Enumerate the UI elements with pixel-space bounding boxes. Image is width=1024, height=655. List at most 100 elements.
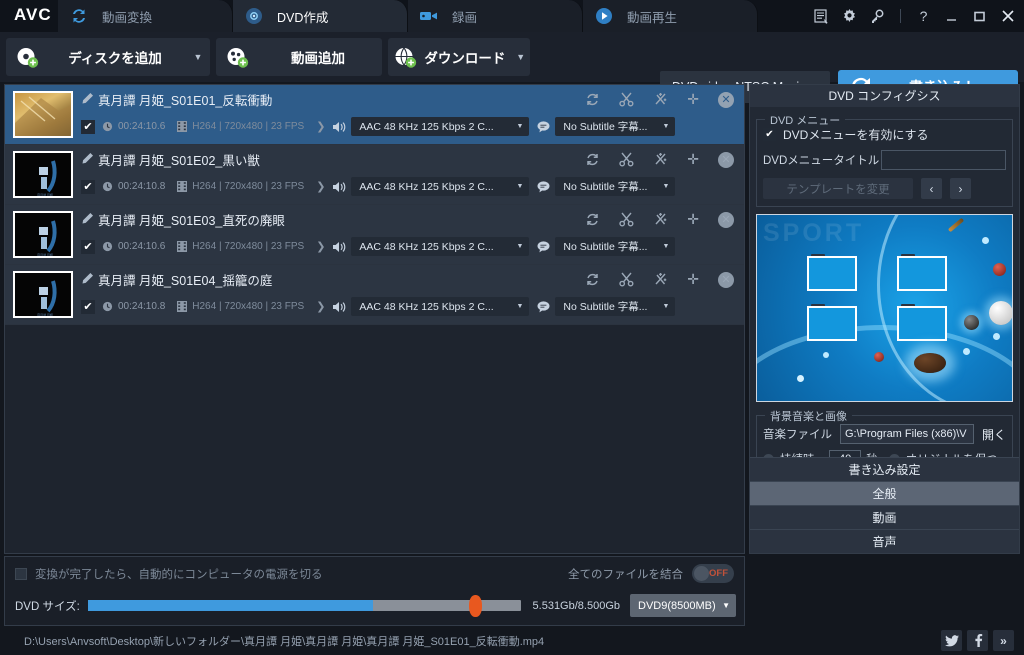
effect-icon[interactable] [653,272,668,287]
expand-icon[interactable]: ❯ [316,300,325,313]
film-icon [177,301,188,312]
merge-toggle[interactable]: OFF [692,564,734,583]
subtitle-select[interactable]: No Subtitle 字幕... ▼ [555,117,676,136]
subtitle-select[interactable]: No Subtitle 字幕... ▼ [555,237,676,256]
minimize-icon[interactable] [943,8,960,25]
tab-label: 録画 [452,10,478,25]
remove-icon[interactable]: ✕ [718,211,734,228]
effect-icon[interactable] [653,212,668,227]
dvd-size-slider[interactable] [87,595,521,617]
audio-track-select[interactable]: AAC 48 KHz 125 Kbps 2 C... ▼ [351,117,530,136]
menu-thumb-slot[interactable] [807,256,862,296]
remove-icon[interactable]: ✕ [718,271,734,288]
rotate-icon[interactable] [585,272,600,287]
dvd-size-knob[interactable] [468,595,482,617]
subtitle-select[interactable]: No Subtitle 字幕... ▼ [555,297,676,316]
file-checkbox[interactable]: ✔ [81,119,95,134]
edit-icon[interactable] [81,92,94,110]
tab-screen-recorder[interactable]: 録画 [408,0,583,32]
add-icon[interactable]: ✛ [687,271,699,288]
rotate-icon[interactable] [585,152,600,167]
twitter-icon[interactable] [941,630,962,651]
chevron-down-icon[interactable]: ▼ [186,52,210,62]
audio-track-select[interactable]: AAC 48 KHz 125 Kbps 2 C... ▼ [351,177,530,196]
duration-info: 00:24:10.8 [102,301,165,312]
more-icon[interactable]: » [993,630,1014,651]
file-list[interactable]: 真月譚 月姫_S01E01_反転衝動 ✔ 00:24:10.6 H264 | 7… [4,84,745,554]
effect-icon[interactable] [653,92,668,107]
file-title: 真月譚 月姫_S01E03_直死の廃眼 [98,214,285,228]
cut-icon[interactable] [619,272,634,287]
edit-icon[interactable] [81,152,94,170]
table-row[interactable]: 真月譚 月姫 真月譚 月姫_S01E04_揺籠の庭 ✔ 00:24:10.8 H… [5,265,744,325]
menu-title-label: DVDメニュータイトル [763,155,880,167]
video-thumbnail [13,91,73,138]
gear-icon[interactable] [841,8,858,25]
cut-icon[interactable] [619,212,634,227]
general-settings-button[interactable]: 全般 [750,481,1019,505]
audio-settings-button[interactable]: 音声 [750,529,1019,553]
download-button[interactable]: ダウンロード ▼ [388,38,530,76]
next-template-button[interactable]: › [950,178,971,199]
rotate-icon[interactable] [585,212,600,227]
menu-thumb-slot[interactable] [897,306,952,346]
add-icon[interactable]: ✛ [687,211,699,228]
subtitle-select[interactable]: No Subtitle 字幕... ▼ [555,177,676,196]
cut-icon[interactable] [619,152,634,167]
key-icon[interactable] [869,8,886,25]
expand-icon[interactable]: ❯ [316,120,325,133]
prev-template-button[interactable]: ‹ [921,178,942,199]
menu-thumb-slot[interactable] [807,306,862,346]
dvd-menu-preview[interactable]: SPORT [756,214,1013,402]
add-video-button[interactable]: 動画追加 [216,38,382,76]
close-icon[interactable] [999,8,1016,25]
audio-track-value: AAC 48 KHz 125 Kbps 2 C... [359,240,494,253]
table-row[interactable]: 真月譚 月姫 真月譚 月姫_S01E03_直死の廃眼 ✔ 00:24:10.6 … [5,205,744,265]
open-music-button[interactable]: 開く [982,426,1006,443]
edit-icon[interactable] [81,212,94,230]
svg-text:真月譚 月姫: 真月譚 月姫 [37,192,53,197]
file-meta: ✔ 00:24:10.6 H264 | 720x480 | 23 FPS ❯ A… [81,237,676,256]
template-row: テンプレートを変更 ‹ › [763,178,1006,199]
expand-icon[interactable]: ❯ [316,240,325,253]
list-icon[interactable] [813,8,830,25]
file-checkbox[interactable]: ✔ [81,299,95,314]
expand-icon[interactable]: ❯ [316,180,325,193]
disc-type-select[interactable]: DVD9(8500MB) ▼ [630,594,736,617]
tab-video-player[interactable]: 動画再生 [583,0,758,32]
edit-icon[interactable] [81,272,94,290]
add-icon[interactable]: ✛ [687,91,699,108]
remove-icon[interactable]: ✕ [718,151,734,168]
add-disc-button[interactable]: ディスクを追加 ▼ [6,38,210,76]
shutdown-option[interactable]: 変換が完了したら、自動的にコンピュータの電源を切る [15,566,323,582]
audio-track-select[interactable]: AAC 48 KHz 125 Kbps 2 C... ▼ [351,237,530,256]
table-row[interactable]: 真月譚 月姫_S01E01_反転衝動 ✔ 00:24:10.6 H264 | 7… [5,85,744,145]
shutdown-checkbox[interactable] [15,568,27,580]
billiard-ball-icon [964,315,979,330]
help-icon[interactable]: ? [915,8,932,25]
audio-track-select[interactable]: AAC 48 KHz 125 Kbps 2 C... ▼ [351,297,530,316]
add-icon[interactable]: ✛ [687,151,699,168]
menu-title-input[interactable] [881,150,1006,170]
music-file-input[interactable]: G:\Program Files (x86)\V [840,424,974,444]
maximize-icon[interactable] [971,8,988,25]
video-settings-button[interactable]: 動画 [750,505,1019,529]
enable-menu-checkbox[interactable]: ✔ [763,128,776,141]
camcorder-icon [418,5,440,27]
audio-icon [333,301,346,313]
table-row[interactable]: 真月譚 月姫 真月譚 月姫_S01E02_黒い獣 ✔ 00:24:10.8 H2… [5,145,744,205]
change-template-button[interactable]: テンプレートを変更 [763,178,913,199]
enable-menu-row[interactable]: ✔ DVDメニューを有効にする [763,126,1006,143]
effect-icon[interactable] [653,152,668,167]
burn-settings-button[interactable]: 書き込み設定 [750,457,1019,481]
cut-icon[interactable] [619,92,634,107]
tab-video-converter[interactable]: 動画変換 [58,0,233,32]
tab-dvd-creator[interactable]: DVD作成 [233,0,408,32]
facebook-icon[interactable] [967,630,988,651]
menu-thumb-slot[interactable] [897,256,952,296]
remove-icon[interactable]: ✕ [718,91,734,108]
file-checkbox[interactable]: ✔ [81,239,95,254]
file-checkbox[interactable]: ✔ [81,179,95,194]
rotate-icon[interactable] [585,92,600,107]
chevron-down-icon[interactable]: ▼ [511,52,530,62]
